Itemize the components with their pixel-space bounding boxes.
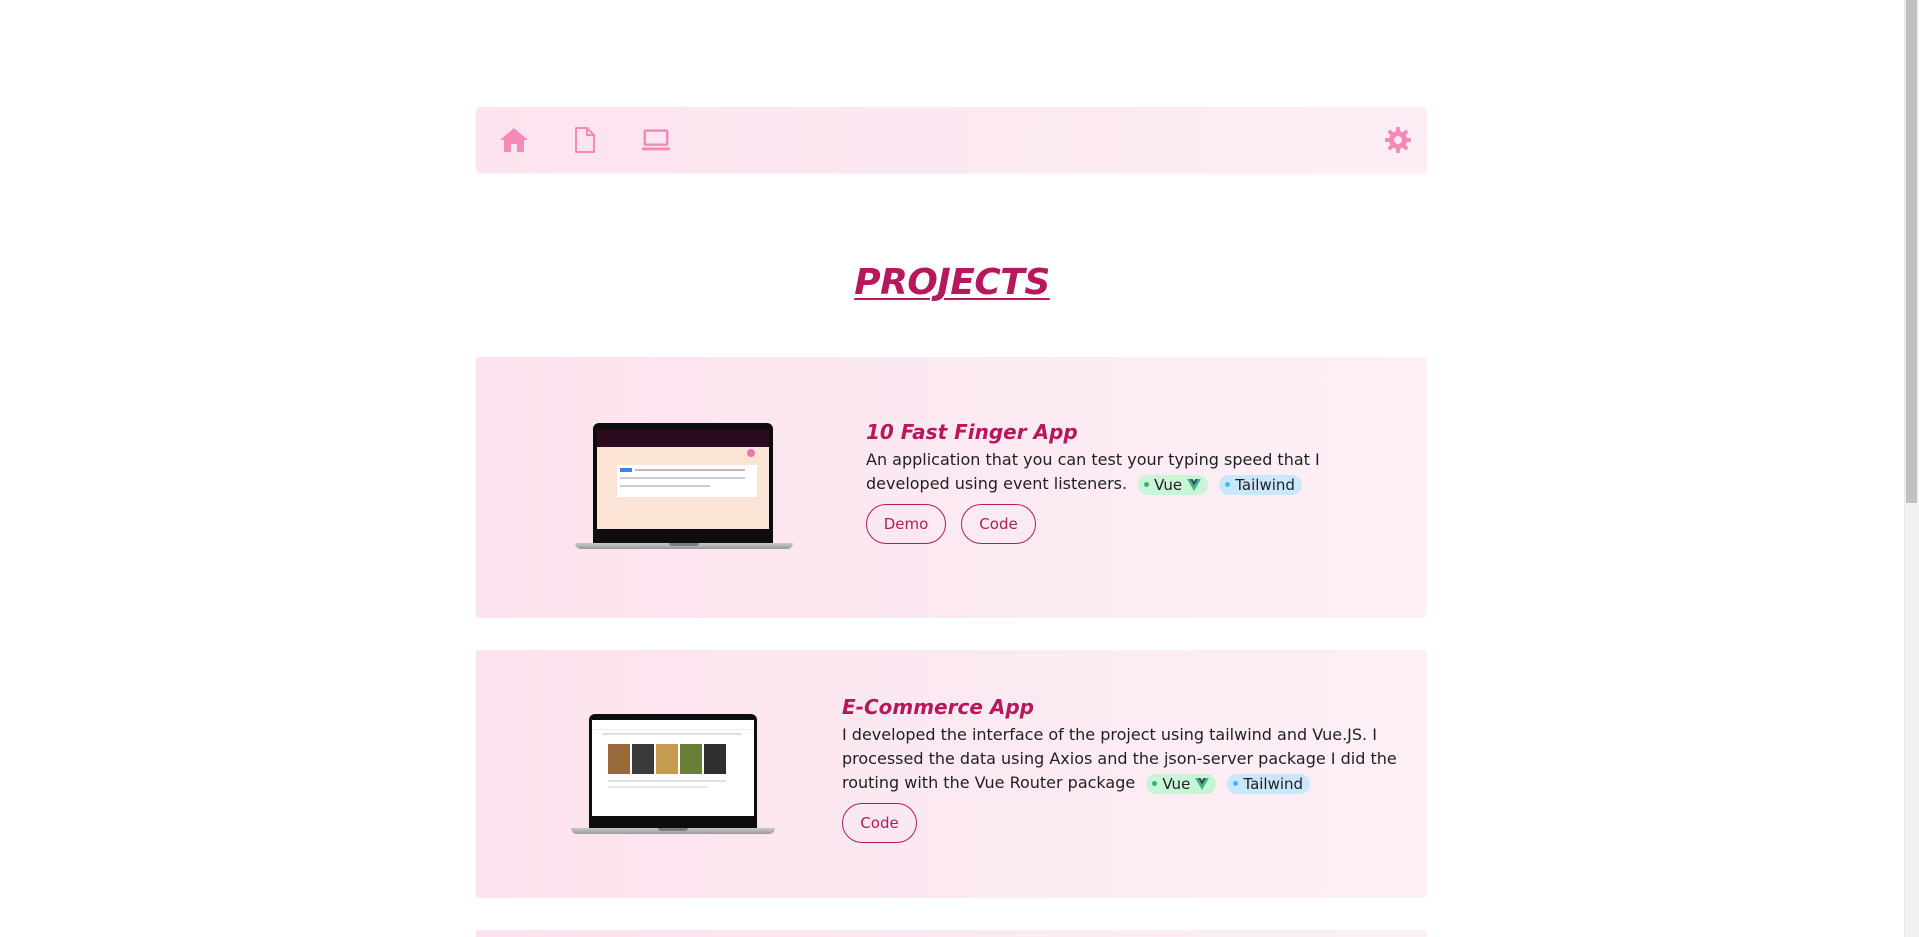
vue-logo-icon <box>1195 777 1210 790</box>
scrollbar[interactable] <box>1904 0 1919 937</box>
demo-button[interactable]: Demo <box>866 504 946 544</box>
project-title: E-Commerce App <box>842 695 1034 719</box>
project-screenshot <box>571 714 775 838</box>
project-description: I developed the interface of the project… <box>842 723 1402 795</box>
project-card: 10 Fast Finger App An application that y… <box>476 357 1427 618</box>
settings-icon[interactable] <box>1383 125 1413 155</box>
dot-icon <box>1152 781 1158 786</box>
home-icon[interactable] <box>499 125 529 155</box>
scrollbar-thumb[interactable] <box>1906 0 1917 503</box>
tag-label: Tailwind <box>1243 774 1304 793</box>
tag-label: Vue <box>1162 774 1191 793</box>
tag-vue: Vue <box>1146 773 1217 794</box>
project-description: An application that you can test your ty… <box>866 448 1396 496</box>
project-card: E-Commerce App I developed the interface… <box>476 650 1427 898</box>
tag-tailwind: Tailwind <box>1227 773 1311 794</box>
navbar <box>476 107 1427 173</box>
dot-icon <box>1225 482 1231 487</box>
tag-label: Tailwind <box>1235 475 1295 494</box>
dot-icon <box>1233 781 1239 786</box>
page-title: PROJECTS <box>0 262 1904 303</box>
project-description-text: I developed the interface of the project… <box>842 725 1397 792</box>
vue-logo-icon <box>1187 478 1202 491</box>
project-title: 10 Fast Finger App <box>866 420 1078 444</box>
laptop-icon[interactable] <box>641 125 671 155</box>
tag-tailwind: Tailwind <box>1219 474 1302 495</box>
tag-label: Vue <box>1154 475 1183 494</box>
project-screenshot <box>575 423 793 553</box>
code-button[interactable]: Code <box>842 803 917 843</box>
document-icon[interactable] <box>570 125 600 155</box>
tag-vue: Vue <box>1138 474 1209 495</box>
project-card <box>476 930 1427 937</box>
page: PROJECTS 10 Fast Finger App An applicati… <box>0 0 1919 937</box>
page-title-text: PROJECTS <box>854 262 1050 303</box>
dot-icon <box>1144 482 1150 487</box>
code-button[interactable]: Code <box>961 504 1036 544</box>
